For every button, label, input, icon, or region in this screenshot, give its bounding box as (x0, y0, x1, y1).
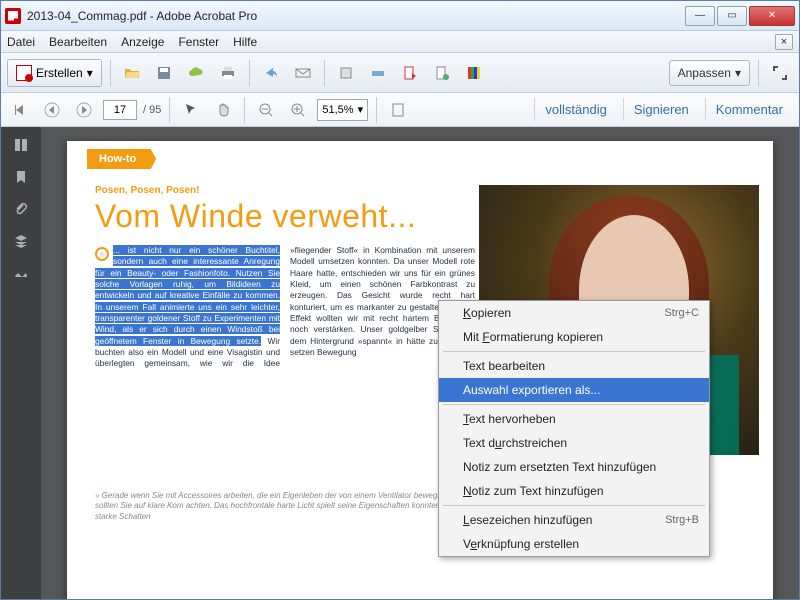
ctx-add-note[interactable]: Notiz zum Text hinzufügen (439, 479, 709, 503)
menu-help[interactable]: Hilfe (233, 35, 257, 49)
close-button[interactable]: ✕ (749, 6, 795, 26)
fullscreen-icon[interactable] (767, 60, 793, 86)
nav-rail (1, 127, 41, 599)
selected-text[interactable]: ... ist nicht nur ein schöner Buchtitel,… (95, 245, 280, 346)
zoom-in-icon[interactable] (285, 97, 311, 123)
article-kicker: Posen, Posen, Posen! (95, 185, 475, 196)
article-headline: Vom Winde verweht... (95, 198, 475, 235)
scan-icon[interactable] (333, 60, 359, 86)
mail-icon[interactable] (290, 60, 316, 86)
attachment-panel-icon[interactable] (11, 199, 31, 219)
fit-width-icon[interactable] (385, 97, 411, 123)
titlebar: 2013-04_Commag.pdf - Adobe Acrobat Pro —… (1, 1, 799, 31)
context-menu: KopierenStrg+C Mit Formatierung kopieren… (438, 300, 710, 557)
toolbar-main: Erstellen ▾ Anpassen ▾ (1, 53, 799, 93)
select-tool-icon[interactable] (178, 97, 204, 123)
dropcap-icon (95, 247, 109, 261)
page-count: 95 (149, 104, 161, 116)
cloud-print-icon[interactable] (365, 60, 391, 86)
zoom-value: 51,5% (322, 104, 353, 116)
create-button[interactable]: Erstellen ▾ (7, 59, 102, 87)
zoom-combo[interactable]: 51,5% ▾ (317, 99, 368, 121)
ctx-highlight[interactable]: Text hervorheben (439, 407, 709, 431)
panel-full[interactable]: vollständig (534, 98, 616, 121)
layers-panel-icon[interactable] (11, 231, 31, 251)
zoom-out-icon[interactable] (253, 97, 279, 123)
ctx-edit-text[interactable]: Text bearbeiten (439, 354, 709, 378)
page-input[interactable] (103, 100, 137, 120)
menu-file[interactable]: Datei (7, 35, 35, 49)
share-icon[interactable] (258, 60, 284, 86)
ctx-copy-formatting[interactable]: Mit Formatierung kopieren (439, 325, 709, 349)
chevron-down-icon: ▾ (735, 66, 741, 80)
ctx-add-bookmark[interactable]: Lesezeichen hinzufügenStrg+B (439, 508, 709, 532)
signatures-panel-icon[interactable] (11, 263, 31, 283)
menu-view[interactable]: Anzeige (121, 35, 164, 49)
prev-page-icon[interactable] (39, 97, 65, 123)
ctx-strikethrough[interactable]: Text durchstreichen (439, 431, 709, 455)
cloud-icon[interactable] (183, 60, 209, 86)
hand-tool-icon[interactable] (210, 97, 236, 123)
ctx-create-link[interactable]: Verknüpfung erstellen (439, 532, 709, 556)
save-icon[interactable] (151, 60, 177, 86)
customize-label: Anpassen (678, 66, 731, 80)
export-pdf-icon[interactable] (397, 60, 423, 86)
menu-edit[interactable]: Bearbeiten (49, 35, 107, 49)
article-body[interactable]: ... ist nicht nur ein schöner Buchtitel,… (95, 245, 475, 370)
pages-panel-icon[interactable] (11, 135, 31, 155)
menubar-close-icon[interactable]: × (775, 34, 793, 50)
create-label: Erstellen (36, 66, 83, 80)
open-icon[interactable] (119, 60, 145, 86)
next-page-icon[interactable] (71, 97, 97, 123)
rainbow-icon[interactable] (461, 60, 487, 86)
first-page-icon[interactable] (7, 97, 33, 123)
photo-caption: Gerade wenn Sie mit Accessoires arbeiten… (95, 491, 475, 522)
acrobat-icon (5, 8, 21, 24)
ctx-export-selection[interactable]: Auswahl exportieren als... (439, 378, 709, 402)
section-tab: How-to (87, 149, 156, 169)
chevron-down-icon: ▾ (87, 66, 93, 80)
menu-window[interactable]: Fenster (178, 35, 219, 49)
minimize-button[interactable]: — (685, 6, 715, 26)
chevron-down-icon: ▾ (358, 103, 364, 116)
print-icon[interactable] (215, 60, 241, 86)
ctx-replace-note[interactable]: Notiz zum ersetzten Text hinzufügen (439, 455, 709, 479)
pdf-create-icon (16, 65, 32, 81)
toolbar-nav: / 95 51,5%▾ vollständig Signieren Kommen… (1, 93, 799, 127)
panel-comment[interactable]: Kommentar (705, 98, 793, 121)
ctx-copy[interactable]: KopierenStrg+C (439, 301, 709, 325)
edit-pdf-icon[interactable] (429, 60, 455, 86)
maximize-button[interactable]: ▭ (717, 6, 747, 26)
panel-sign[interactable]: Signieren (623, 98, 699, 121)
customize-button[interactable]: Anpassen ▾ (669, 60, 750, 86)
menubar: Datei Bearbeiten Anzeige Fenster Hilfe × (1, 31, 799, 53)
bookmark-panel-icon[interactable] (11, 167, 31, 187)
window-title: 2013-04_Commag.pdf - Adobe Acrobat Pro (27, 9, 685, 23)
